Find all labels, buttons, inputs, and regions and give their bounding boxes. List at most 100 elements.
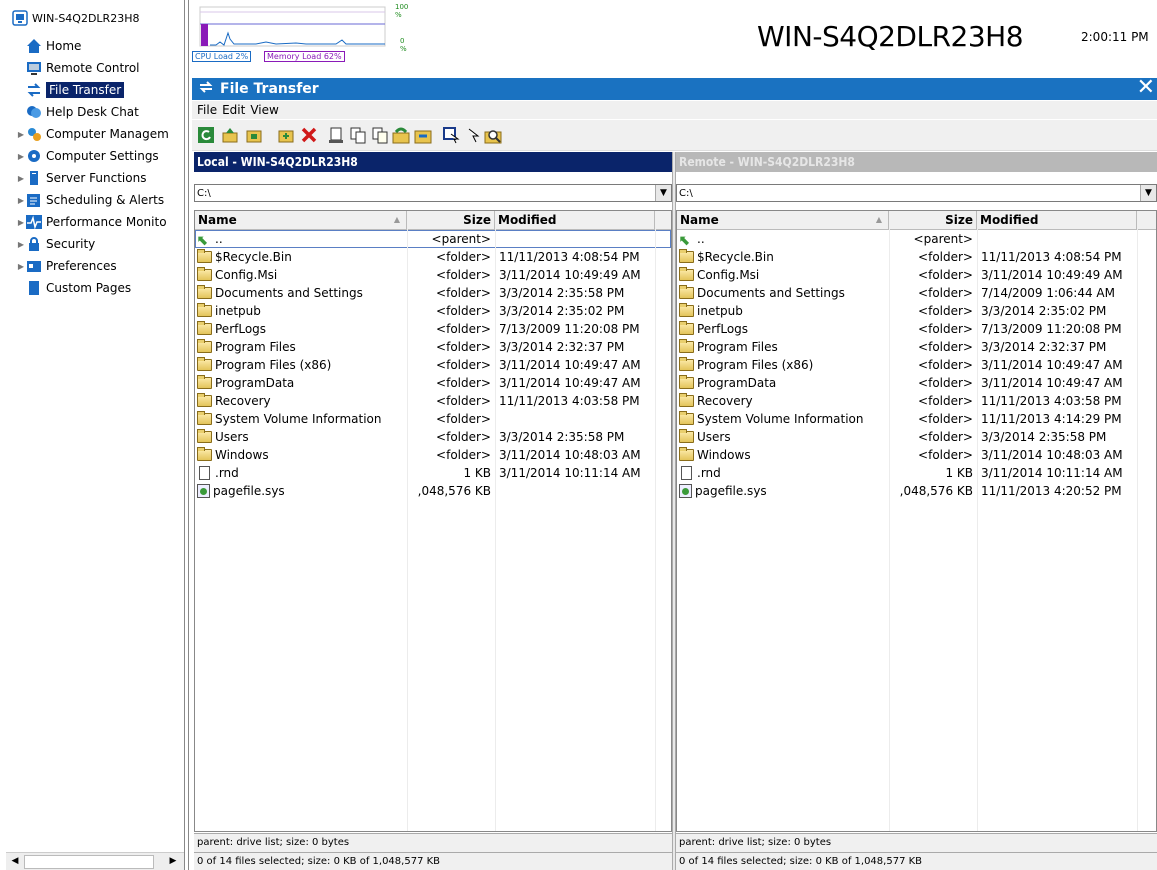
- file-row[interactable]: .rnd 1 KB 3/11/2014 10:11:14 AM: [677, 464, 1156, 482]
- column-name[interactable]: Name ▲: [677, 211, 889, 229]
- folder-row[interactable]: Program Files (x86) <folder> 3/11/2014 10:…: [195, 356, 671, 374]
- folder-row[interactable]: PerfLogs <folder> 7/13/2009 11:20:08 PM: [677, 320, 1156, 338]
- new-folder-icon[interactable]: [277, 126, 295, 144]
- folder-row[interactable]: System Volume Information <folder>: [195, 410, 671, 428]
- file-name: Program Files (x86): [215, 358, 332, 372]
- sidebar-item-remote-control[interactable]: Remote Control: [26, 58, 140, 78]
- file-name: Recovery: [697, 394, 753, 408]
- file-size: <folder>: [918, 304, 973, 318]
- folder-icon: [679, 447, 694, 461]
- folder-icon: [679, 267, 694, 281]
- column-modified[interactable]: Modified: [495, 211, 655, 229]
- folder-icon: [197, 429, 212, 443]
- sidebar-horizontal-scrollbar[interactable]: ◀ ▶: [6, 852, 184, 870]
- sidebar-item-label: Server Functions: [46, 171, 147, 185]
- folder-row[interactable]: Documents and Settings <folder> 7/14/2009 …: [677, 284, 1156, 302]
- scroll-right-icon[interactable]: ▶: [166, 854, 180, 868]
- folder-row[interactable]: Program Files (x86) <folder> 3/11/2014 10:…: [677, 356, 1156, 374]
- transfer-icon[interactable]: [392, 126, 410, 144]
- expand-arrow-icon[interactable]: ▶: [16, 240, 26, 249]
- local-file-list[interactable]: Name ▲ Size Modified ⬉.. <parent> $Recycle.…: [194, 210, 672, 832]
- folder-row[interactable]: Windows <folder> 3/11/2014 10:48:03 AM: [195, 446, 671, 464]
- expand-arrow-icon[interactable]: ▶: [16, 262, 26, 271]
- menu-file[interactable]: File: [197, 103, 217, 117]
- sidebar-item-scheduling-alerts[interactable]: ▶ Scheduling & Alerts: [16, 190, 164, 210]
- file-modified: [495, 410, 655, 428]
- folder-row[interactable]: Users <folder> 3/3/2014 2:35:58 PM: [677, 428, 1156, 446]
- sidebar-item-help-desk-chat[interactable]: Help Desk Chat: [26, 102, 139, 122]
- file-row[interactable]: pagefile.sys ,048,576 KB: [195, 482, 671, 500]
- parent-row[interactable]: ⬉.. <parent>: [195, 230, 671, 248]
- folder-row[interactable]: $Recycle.Bin <folder> 11/11/2013 4:08:54 P…: [677, 248, 1156, 266]
- folder-row[interactable]: inetpub <folder> 3/3/2014 2:35:02 PM: [677, 302, 1156, 320]
- folder-row[interactable]: Users <folder> 3/3/2014 2:35:58 PM: [195, 428, 671, 446]
- sidebar-item-file-transfer[interactable]: File Transfer: [26, 80, 125, 100]
- memory-load-label: Memory Load 62%: [264, 51, 345, 62]
- home-folder-icon[interactable]: [245, 126, 263, 144]
- find-icon[interactable]: [484, 126, 502, 144]
- refresh-icon[interactable]: [197, 126, 215, 144]
- rename-icon[interactable]: [327, 126, 345, 144]
- delete-icon[interactable]: [300, 126, 318, 144]
- column-modified[interactable]: Modified: [977, 211, 1137, 229]
- menu-edit[interactable]: Edit: [222, 103, 245, 117]
- select-all-icon[interactable]: [464, 126, 482, 144]
- expand-arrow-icon[interactable]: ▶: [16, 196, 26, 205]
- sidebar-item-computer-settings[interactable]: ▶ Computer Settings: [16, 146, 159, 166]
- sidebar-item-computer-managem[interactable]: ▶ Computer Managem: [16, 124, 169, 144]
- parent-row[interactable]: ⬉.. <parent>: [677, 230, 1156, 248]
- close-icon[interactable]: ✕: [1137, 75, 1155, 100]
- copy-icon[interactable]: [349, 126, 367, 144]
- folder-row[interactable]: System Volume Information <folder> 11/11/2…: [677, 410, 1156, 428]
- remote-file-list[interactable]: Name ▲ Size Modified ⬉.. <parent> $Recycle.…: [676, 210, 1157, 832]
- file-modified: 3/11/2014 10:49:49 AM: [981, 268, 1123, 282]
- select-icon[interactable]: [442, 126, 460, 144]
- folder-row[interactable]: Config.Msi <folder> 3/11/2014 10:49:49 AM: [195, 266, 671, 284]
- folder-row[interactable]: PerfLogs <folder> 7/13/2009 11:20:08 PM: [195, 320, 671, 338]
- folder-row[interactable]: Recovery <folder> 11/11/2013 4:03:58 PM: [677, 392, 1156, 410]
- folder-row[interactable]: Windows <folder> 3/11/2014 10:48:03 AM: [677, 446, 1156, 464]
- folder-row[interactable]: Recovery <folder> 11/11/2013 4:03:58 PM: [195, 392, 671, 410]
- column-name[interactable]: Name ▲: [195, 211, 407, 229]
- up-folder-icon[interactable]: [221, 126, 239, 144]
- column-size[interactable]: Size: [407, 211, 495, 229]
- column-size[interactable]: Size: [889, 211, 977, 229]
- sidebar-item-home[interactable]: Home: [26, 36, 81, 56]
- file-modified: 3/11/2014 10:48:03 AM: [981, 448, 1123, 462]
- expand-arrow-icon[interactable]: ▶: [16, 130, 26, 139]
- sidebar-splitter[interactable]: [184, 0, 189, 870]
- sidebar-item-server-functions[interactable]: ▶ Server Functions: [16, 168, 146, 188]
- sidebar-item-performance-monito[interactable]: ▶ Performance Monito: [16, 212, 167, 232]
- parent-up-icon: ⬉: [679, 233, 691, 248]
- file-size: <folder>: [918, 394, 973, 408]
- folder-icon: [197, 321, 212, 335]
- chevron-down-icon[interactable]: ▼: [655, 185, 671, 201]
- sidebar-item-preferences[interactable]: ▶ Preferences: [16, 256, 117, 276]
- sidebar-item-security[interactable]: ▶ Security: [16, 234, 95, 254]
- folder-row[interactable]: ProgramData <folder> 3/11/2014 10:49:47 AM: [195, 374, 671, 392]
- folder-row[interactable]: $Recycle.Bin <folder> 11/11/2013 4:08:54 P…: [195, 248, 671, 266]
- sidebar-item-custom-pages[interactable]: Custom Pages: [26, 278, 131, 298]
- file-transfer-titlebar: File Transfer ✕: [192, 75, 1157, 100]
- folder-icon: [197, 249, 212, 263]
- file-row[interactable]: .rnd 1 KB 3/11/2014 10:11:14 AM: [195, 464, 671, 482]
- expand-arrow-icon[interactable]: ▶: [16, 174, 26, 183]
- menu-view[interactable]: View: [250, 103, 278, 117]
- local-path-select[interactable]: C:\ ▼: [194, 184, 672, 202]
- folder-row[interactable]: Program Files <folder> 3/3/2014 2:32:37 PM: [195, 338, 671, 356]
- folder-row[interactable]: Documents and Settings <folder> 3/3/2014 2…: [195, 284, 671, 302]
- move-icon[interactable]: [414, 126, 432, 144]
- folder-row[interactable]: Config.Msi <folder> 3/11/2014 10:49:49 AM: [677, 266, 1156, 284]
- copy-to-icon[interactable]: [371, 126, 389, 144]
- folder-row[interactable]: inetpub <folder> 3/3/2014 2:35:02 PM: [195, 302, 671, 320]
- expand-arrow-icon[interactable]: ▶: [16, 218, 26, 227]
- scroll-thumb[interactable]: [24, 855, 154, 869]
- folder-row[interactable]: Program Files <folder> 3/3/2014 2:32:37 PM: [677, 338, 1156, 356]
- expand-arrow-icon[interactable]: ▶: [16, 152, 26, 161]
- remote-path-select[interactable]: C:\ ▼: [676, 184, 1157, 202]
- sidebar-machine[interactable]: WIN-S4Q2DLR23H8: [12, 8, 139, 28]
- folder-row[interactable]: ProgramData <folder> 3/11/2014 10:49:47 AM: [677, 374, 1156, 392]
- scroll-left-icon[interactable]: ◀: [8, 854, 22, 868]
- chevron-down-icon[interactable]: ▼: [1140, 185, 1156, 201]
- file-row[interactable]: pagefile.sys ,048,576 KB 11/11/2013 4:20:5…: [677, 482, 1156, 500]
